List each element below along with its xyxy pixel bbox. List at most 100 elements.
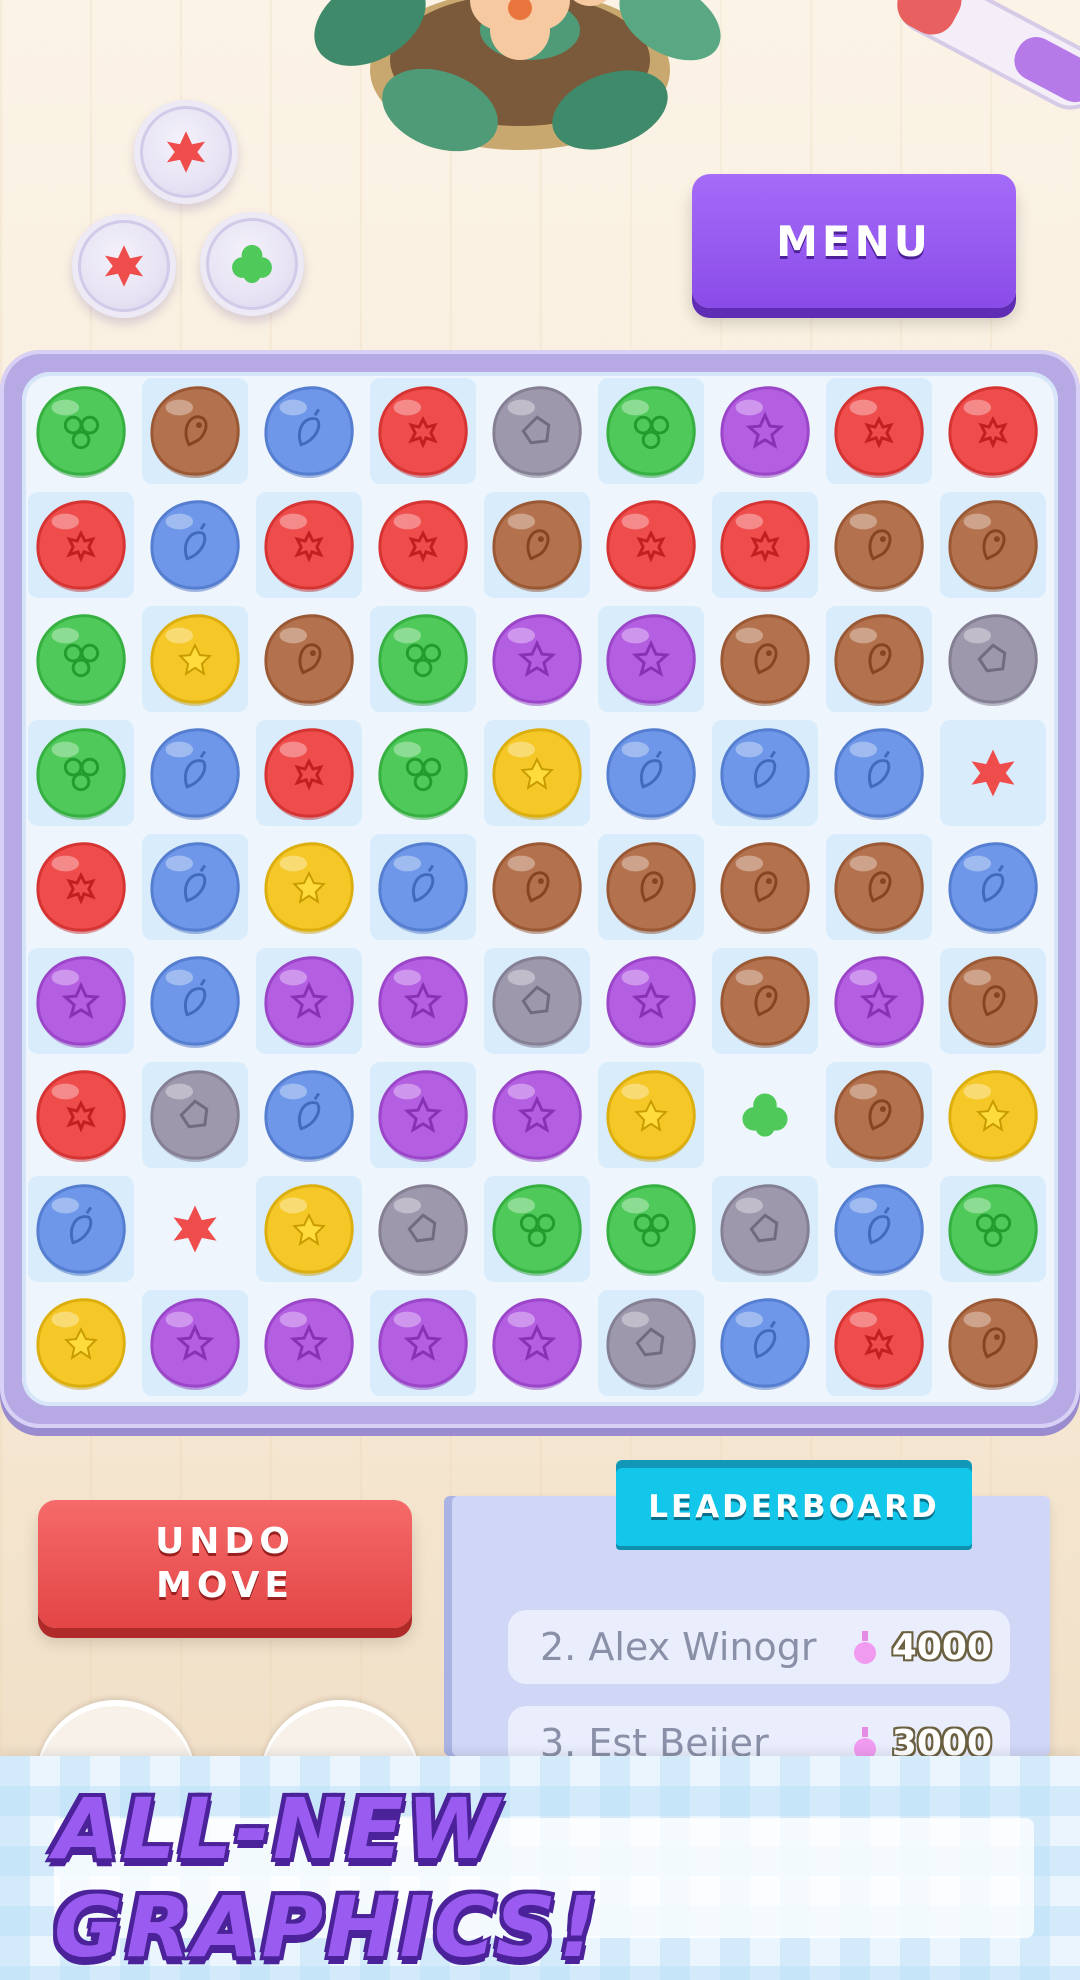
green-blob-germ-icon: [606, 386, 696, 479]
board-cell[interactable]: [28, 492, 134, 598]
board-cell[interactable]: [370, 378, 476, 484]
board-cell[interactable]: [940, 948, 1046, 1054]
blue-bacterium-germ-icon: [264, 386, 354, 479]
board-cell[interactable]: [484, 948, 590, 1054]
board-cell[interactable]: [370, 1290, 476, 1396]
board-cell[interactable]: [826, 834, 932, 940]
board-cell[interactable]: [28, 1176, 134, 1282]
yellow-star-germ-icon: [264, 1184, 354, 1277]
board-cell[interactable]: [370, 948, 476, 1054]
board-cell[interactable]: [598, 1062, 704, 1168]
board-cell[interactable]: [142, 1176, 248, 1282]
board-cell[interactable]: [826, 720, 932, 826]
board-cell[interactable]: [28, 834, 134, 940]
board-cell[interactable]: [370, 720, 476, 826]
board-cell[interactable]: [940, 378, 1046, 484]
blue-bacterium-germ-icon: [150, 728, 240, 821]
board-cell[interactable]: [940, 492, 1046, 598]
board-cell[interactable]: [256, 1176, 362, 1282]
board-cell[interactable]: [940, 834, 1046, 940]
board-cell[interactable]: [484, 834, 590, 940]
board-cell[interactable]: [598, 720, 704, 826]
board-cell[interactable]: [598, 492, 704, 598]
board-cell[interactable]: [940, 1062, 1046, 1168]
board-cell[interactable]: [598, 1290, 704, 1396]
board-cell[interactable]: [28, 948, 134, 1054]
red-virus-germ-icon: [36, 842, 126, 935]
board-cell[interactable]: [712, 378, 818, 484]
board-cell[interactable]: [484, 720, 590, 826]
red-virus-germ-icon: [834, 1298, 924, 1391]
board-cell[interactable]: [142, 834, 248, 940]
board-cell[interactable]: [826, 948, 932, 1054]
board-cell[interactable]: [826, 1062, 932, 1168]
board-cell[interactable]: [712, 720, 818, 826]
board-cell[interactable]: [370, 1176, 476, 1282]
board-cell[interactable]: [484, 1176, 590, 1282]
board-cell[interactable]: [484, 378, 590, 484]
board-cell[interactable]: [142, 720, 248, 826]
board-cell[interactable]: [142, 948, 248, 1054]
board-cell[interactable]: [256, 606, 362, 712]
board-cell[interactable]: [370, 834, 476, 940]
board-cell[interactable]: [484, 1290, 590, 1396]
board-cell[interactable]: [712, 948, 818, 1054]
red-virus-germ-icon: [834, 386, 924, 479]
board-cell[interactable]: [940, 1290, 1046, 1396]
board-cell[interactable]: [598, 378, 704, 484]
board-cell[interactable]: [598, 606, 704, 712]
board-cell[interactable]: [142, 606, 248, 712]
board-cell[interactable]: [142, 492, 248, 598]
board-cell[interactable]: [940, 720, 1046, 826]
red-virus-germ-icon: [36, 500, 126, 593]
board-cell[interactable]: [826, 378, 932, 484]
green-blob-germ-icon: [378, 614, 468, 707]
board-cell[interactable]: [370, 1062, 476, 1168]
board-cell[interactable]: [826, 606, 932, 712]
board-cell[interactable]: [484, 492, 590, 598]
blue-bacterium-germ-icon: [606, 728, 696, 821]
leaderboard-tab[interactable]: LEADERBOARD: [616, 1468, 972, 1546]
board-cell[interactable]: [142, 1290, 248, 1396]
board-cell[interactable]: [28, 1290, 134, 1396]
board-cell[interactable]: [28, 1062, 134, 1168]
board-cell[interactable]: [598, 1176, 704, 1282]
board-cell[interactable]: [484, 606, 590, 712]
board-cell[interactable]: [256, 948, 362, 1054]
board-cell[interactable]: [826, 1176, 932, 1282]
board-cell[interactable]: [940, 1176, 1046, 1282]
board-cell[interactable]: [142, 378, 248, 484]
blue-bacterium-germ-icon: [378, 842, 468, 935]
blue-bacterium-germ-icon: [150, 842, 240, 935]
board-cell[interactable]: [256, 1062, 362, 1168]
board-cell[interactable]: [712, 1176, 818, 1282]
board-cell[interactable]: [826, 1290, 932, 1396]
red-star-germ-icon: [971, 749, 1015, 797]
board-cell[interactable]: [256, 492, 362, 598]
board-cell[interactable]: [256, 834, 362, 940]
brown-bacillus-germ-icon: [264, 614, 354, 707]
board-cell[interactable]: [484, 1062, 590, 1168]
board-cell[interactable]: [256, 378, 362, 484]
blue-bacterium-germ-icon: [150, 956, 240, 1049]
board-cell[interactable]: [28, 720, 134, 826]
board-cell[interactable]: [712, 606, 818, 712]
board-cell[interactable]: [256, 1290, 362, 1396]
board-cell[interactable]: [28, 606, 134, 712]
green-blob-germ-icon: [742, 1093, 788, 1137]
board-cell[interactable]: [256, 720, 362, 826]
board-cell[interactable]: [598, 948, 704, 1054]
board-cell[interactable]: [598, 834, 704, 940]
board-cell[interactable]: [712, 1062, 818, 1168]
board-cell[interactable]: [28, 378, 134, 484]
board-cell[interactable]: [712, 834, 818, 940]
undo-move-button[interactable]: UNDO MOVE: [38, 1500, 412, 1628]
board-cell[interactable]: [370, 492, 476, 598]
board-cell[interactable]: [940, 606, 1046, 712]
board-cell[interactable]: [142, 1062, 248, 1168]
board-cell[interactable]: [370, 606, 476, 712]
board-cell[interactable]: [712, 492, 818, 598]
menu-button[interactable]: MENU: [692, 174, 1016, 308]
board-cell[interactable]: [712, 1290, 818, 1396]
board-cell[interactable]: [826, 492, 932, 598]
